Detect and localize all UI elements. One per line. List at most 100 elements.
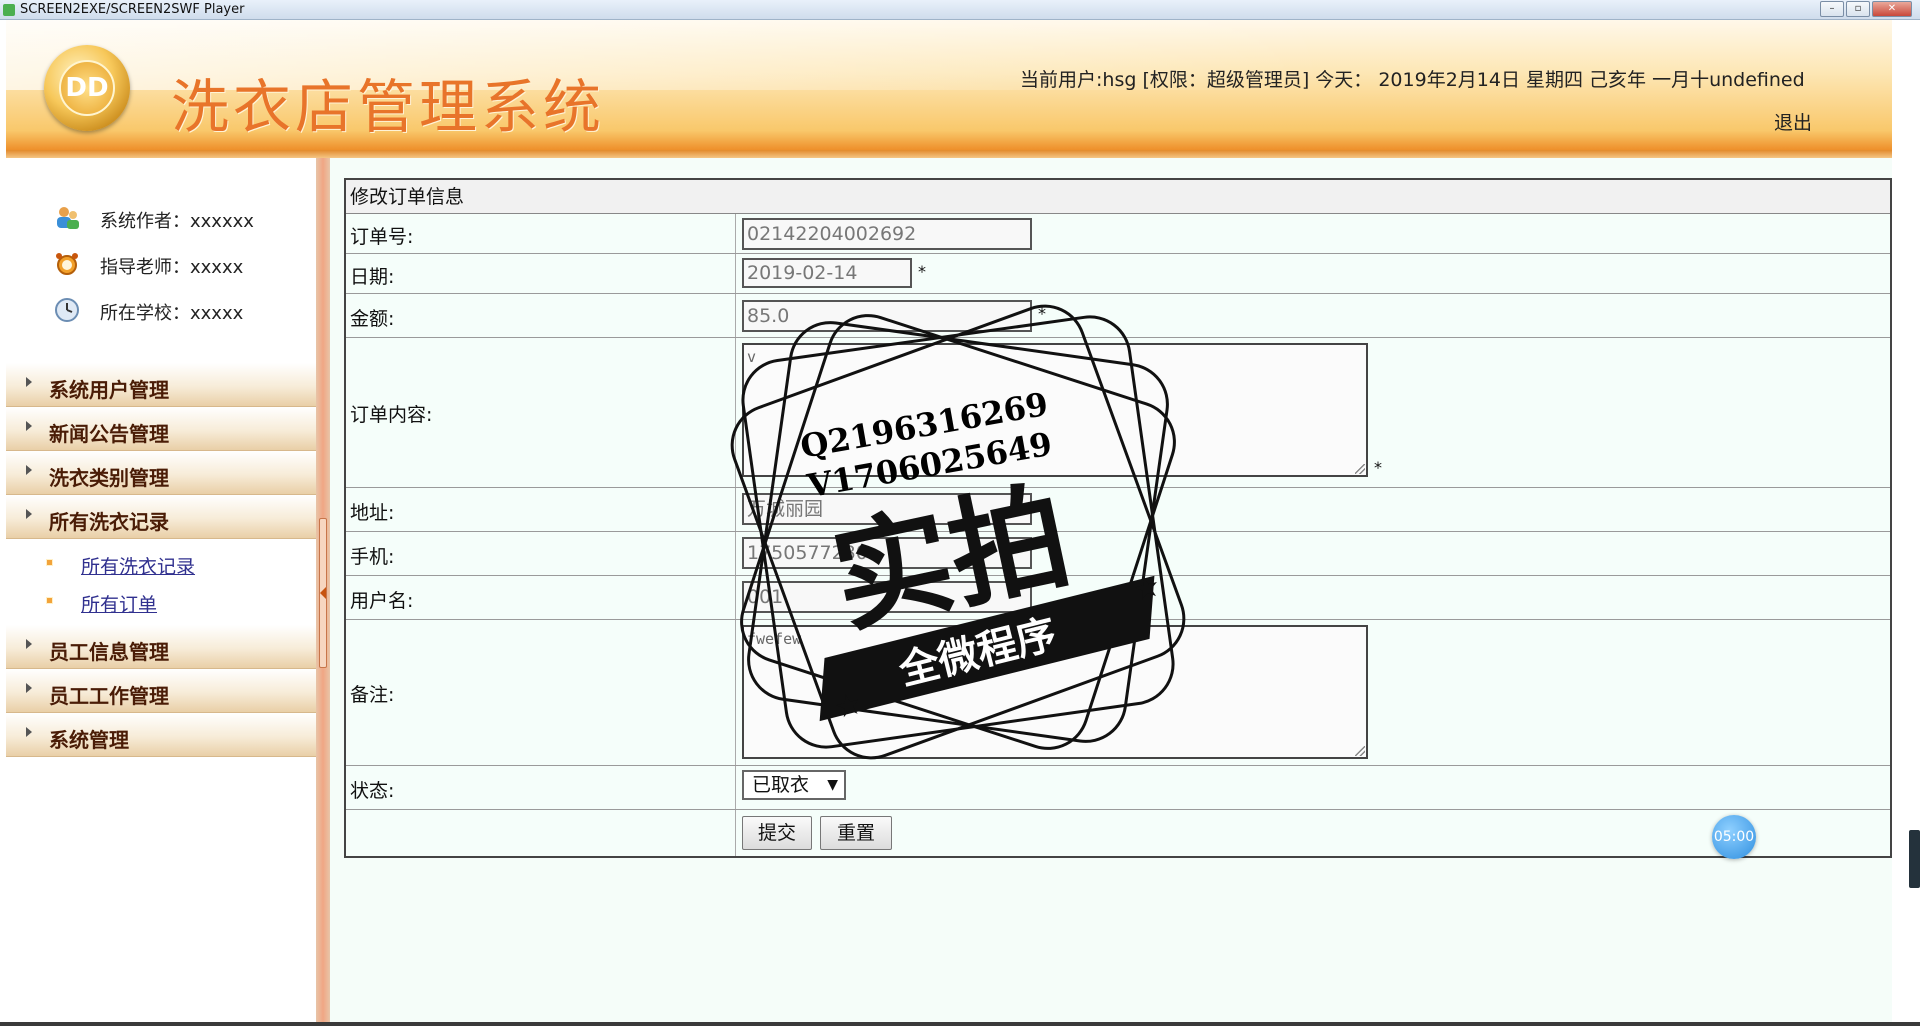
address-input[interactable]: 万城丽园 bbox=[742, 493, 1032, 525]
username-input[interactable]: 001 bbox=[742, 581, 1032, 613]
submit-button[interactable]: 提交 bbox=[742, 816, 812, 850]
restore-button[interactable]: ▫ bbox=[1846, 1, 1870, 17]
menu-label: 所有洗衣记录 bbox=[49, 510, 169, 534]
row-order-no: 订单号: 02142204002692 bbox=[346, 214, 1890, 254]
caret-right-icon bbox=[26, 421, 32, 431]
address-label: 地址: bbox=[350, 502, 395, 524]
amount-label: 金额: bbox=[350, 308, 395, 330]
sidebar-menu: 系统用户管理 新闻公告管理 洗衣类别管理 所有洗衣记录 所有洗衣记录 所有订单 bbox=[6, 363, 316, 757]
date-input[interactable]: 2019-02-14 bbox=[742, 258, 912, 288]
status-selected-value: 已取衣 bbox=[752, 774, 810, 796]
clock-icon bbox=[55, 298, 79, 322]
collapse-arrow-icon bbox=[320, 587, 326, 599]
menu-label: 员工工作管理 bbox=[49, 684, 169, 708]
close-button[interactable]: ✕ bbox=[1872, 1, 1912, 17]
menu-laundry-records[interactable]: 所有洗衣记录 bbox=[6, 495, 316, 539]
menu-system-admin[interactable]: 系统管理 bbox=[6, 713, 316, 757]
side-gadget bbox=[1909, 830, 1920, 888]
row-content: 订单内容: v * bbox=[346, 338, 1890, 488]
reset-button[interactable]: 重置 bbox=[820, 816, 892, 850]
remark-textarea[interactable]: fwefew bbox=[742, 625, 1368, 759]
column-divider bbox=[735, 810, 736, 856]
logo-text: DD bbox=[59, 60, 115, 116]
status-select[interactable]: 已取衣 ▼ bbox=[742, 770, 846, 800]
row-phone: 手机: 1750577230 bbox=[346, 532, 1890, 576]
column-divider bbox=[735, 532, 736, 575]
menu-system-users[interactable]: 系统用户管理 bbox=[6, 363, 316, 407]
form-title: 修改订单信息 bbox=[346, 180, 1890, 214]
resize-grip-icon[interactable] bbox=[1355, 746, 1365, 756]
required-mark: * bbox=[918, 262, 926, 281]
caret-right-icon bbox=[26, 465, 32, 475]
order-no-label: 订单号: bbox=[350, 226, 414, 248]
submenu-item-all-records[interactable]: 所有洗衣记录 bbox=[6, 545, 316, 583]
content-text: v bbox=[747, 348, 757, 366]
order-no-input[interactable]: 02142204002692 bbox=[742, 218, 1032, 250]
remark-text: fwefew bbox=[747, 630, 802, 648]
bullet-icon bbox=[46, 559, 53, 566]
main-content: 修改订单信息 订单号: 02142204002692 日期: 2019-02-1… bbox=[330, 158, 1892, 1023]
minimize-button[interactable]: – bbox=[1820, 1, 1844, 17]
collapse-sidebar-handle[interactable] bbox=[319, 518, 327, 668]
logo-icon: DD bbox=[44, 45, 130, 131]
submenu-item-all-orders[interactable]: 所有订单 bbox=[6, 583, 316, 621]
caret-right-icon bbox=[26, 377, 32, 387]
row-date: 日期: 2019-02-14 * bbox=[346, 254, 1890, 294]
logout-link[interactable]: 退出 bbox=[1774, 108, 1812, 135]
phone-input[interactable]: 1750577230 bbox=[742, 537, 1032, 569]
column-divider bbox=[735, 620, 736, 765]
date-label: 日期: bbox=[350, 266, 395, 288]
app-title: 洗衣店管理系统 bbox=[171, 73, 606, 141]
window-title: SCREEN2EXE/SCREEN2SWF Player bbox=[20, 2, 245, 17]
amount-input[interactable]: 85.0 bbox=[742, 300, 1032, 332]
current-user-info: 当前用户:hsg [权限：超级管理员] 今天： 2019年2月14日 星期四 己… bbox=[1020, 69, 1805, 91]
remark-label: 备注: bbox=[350, 684, 395, 706]
required-mark: * bbox=[1038, 304, 1046, 323]
app-icon bbox=[3, 4, 15, 16]
submenu-laundry-records: 所有洗衣记录 所有订单 bbox=[6, 539, 316, 625]
username-label: 用户名: bbox=[350, 590, 414, 612]
caret-right-icon bbox=[26, 639, 32, 649]
caret-right-icon bbox=[26, 683, 32, 693]
row-address: 地址: 万城丽园 bbox=[346, 488, 1890, 532]
menu-label: 系统管理 bbox=[49, 728, 129, 752]
row-remark: 备注: fwefew bbox=[346, 620, 1890, 766]
caret-right-icon bbox=[26, 727, 32, 737]
submenu-link[interactable]: 所有订单 bbox=[81, 590, 157, 617]
required-mark: * bbox=[1374, 458, 1382, 477]
alarm-clock-icon bbox=[56, 253, 78, 275]
caret-right-icon bbox=[26, 509, 32, 519]
teacher-text: 指导老师：xxxxx bbox=[100, 257, 244, 278]
submenu-link[interactable]: 所有洗衣记录 bbox=[81, 552, 195, 579]
timer-badge: 05:00 bbox=[1712, 815, 1756, 859]
author-text: 系统作者：xxxxxx bbox=[100, 211, 254, 232]
menu-label: 员工信息管理 bbox=[49, 640, 169, 664]
school-text: 所在学校：xxxxx bbox=[100, 303, 244, 324]
column-divider bbox=[735, 214, 736, 253]
edit-order-form: 修改订单信息 订单号: 02142204002692 日期: 2019-02-1… bbox=[344, 178, 1892, 858]
column-divider bbox=[735, 254, 736, 293]
menu-laundry-types[interactable]: 洗衣类别管理 bbox=[6, 451, 316, 495]
app-header: DD 洗衣店管理系统 当前用户:hsg [权限：超级管理员] 今天： 2019年… bbox=[6, 20, 1892, 150]
column-divider bbox=[735, 294, 736, 337]
content-label: 订单内容: bbox=[350, 404, 433, 426]
menu-label: 系统用户管理 bbox=[49, 378, 169, 402]
content-textarea[interactable]: v bbox=[742, 343, 1368, 477]
resize-grip-icon[interactable] bbox=[1355, 464, 1365, 474]
menu-news[interactable]: 新闻公告管理 bbox=[6, 407, 316, 451]
row-actions: 提交 重置 bbox=[346, 810, 1890, 856]
menu-label: 新闻公告管理 bbox=[49, 422, 169, 446]
phone-label: 手机: bbox=[350, 546, 395, 568]
window-titlebar: SCREEN2EXE/SCREEN2SWF Player – ▫ ✕ bbox=[0, 0, 1920, 20]
window-controls: – ▫ ✕ bbox=[1818, 1, 1912, 17]
row-status: 状态: 已取衣 ▼ bbox=[346, 766, 1890, 810]
sidebar-splitter[interactable] bbox=[316, 158, 330, 1023]
menu-staff-info[interactable]: 员工信息管理 bbox=[6, 625, 316, 669]
column-divider bbox=[735, 488, 736, 531]
menu-staff-work[interactable]: 员工工作管理 bbox=[6, 669, 316, 713]
sidebar: 系统作者：xxxxxx 指导老师：xxxxx 所在学校：xxxxx 系统用户管理 bbox=[6, 158, 316, 1023]
users-icon bbox=[57, 207, 79, 229]
row-username: 用户名: 001 bbox=[346, 576, 1890, 620]
row-amount: 金额: 85.0 * bbox=[346, 294, 1890, 338]
bullet-icon bbox=[46, 597, 53, 604]
